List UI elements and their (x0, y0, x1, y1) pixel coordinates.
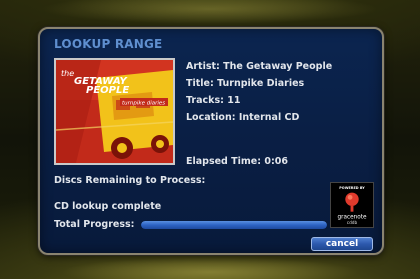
cover-text-people: PEOPLE (86, 85, 129, 96)
dialog-title: LOOKUP RANGE (54, 37, 163, 51)
title-label: Title: Turnpike Diaries (186, 78, 305, 89)
location-label: Location: Internal CD (186, 112, 300, 123)
cover-text-tag: turnpike diaries (122, 101, 165, 107)
cancel-button[interactable]: cancel (311, 237, 373, 251)
tracks-label: Tracks: 11 (186, 95, 241, 106)
cover-text-the: the (61, 69, 74, 78)
lookup-status-label: CD lookup complete (54, 201, 162, 212)
gracenote-text: gracenote (337, 214, 367, 220)
total-progress-bar (141, 221, 327, 229)
total-progress-fill (141, 221, 327, 229)
gracenote-cddb-logo: POWERED BY gracenote cddb (330, 182, 374, 228)
cddb-text: cddb (347, 220, 358, 226)
discs-remaining-label: Discs Remaining to Process: (54, 175, 206, 186)
artist-label: Artist: The Getaway People (186, 61, 333, 72)
gracenote-logo-graphic: POWERED BY gracenote cddb (331, 183, 373, 227)
top-glow (40, 0, 380, 24)
album-cover-image: the GETAWAY PEOPLE turnpike diaries (56, 60, 173, 163)
elapsed-time-label: Elapsed Time: 0:06 (186, 156, 288, 167)
total-progress-label: Total Progress: (54, 219, 135, 230)
tv-screen-background: LOOKUP RANGE the GETAWAY PEOPLE turnpike… (0, 0, 420, 279)
lookup-range-dialog: LOOKUP RANGE the GETAWAY PEOPLE turnpike… (38, 27, 384, 255)
bottom-glow (60, 257, 360, 279)
powered-by-text: POWERED BY (339, 186, 365, 190)
album-cover-art: the GETAWAY PEOPLE turnpike diaries (54, 58, 175, 165)
